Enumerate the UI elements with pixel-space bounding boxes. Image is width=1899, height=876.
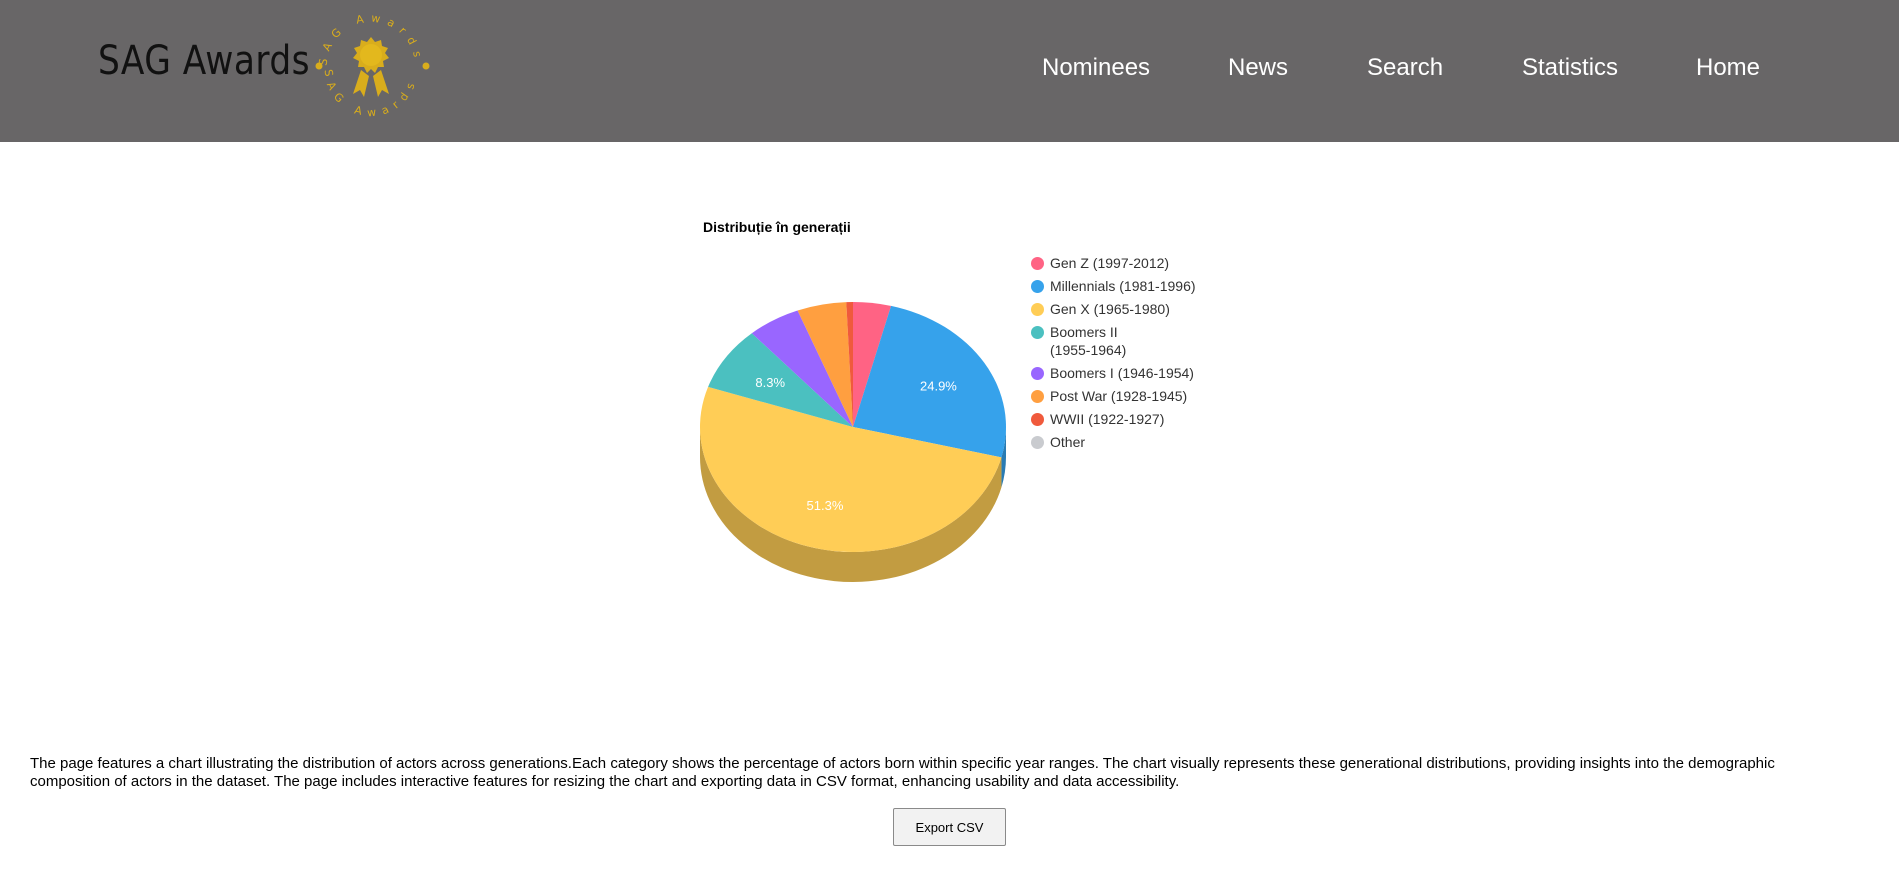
legend-swatch	[1031, 367, 1044, 380]
page-description: The page features a chart illustrating t…	[30, 755, 1775, 790]
logo-ring-text-bottom: SAG Awards	[321, 68, 412, 119]
legend-label: WWII (1922-1927)	[1050, 411, 1165, 427]
legend-swatch	[1031, 280, 1044, 293]
legend-swatch	[1031, 303, 1044, 316]
legend-label: Post War (1928-1945)	[1050, 388, 1188, 404]
legend-item-gen-z-1997-2012[interactable]: Gen Z (1997-2012)	[1031, 254, 1231, 272]
legend-label: Gen Z (1997-2012)	[1050, 255, 1170, 271]
data-label-millennials-1981-1996: 24.9%	[920, 378, 957, 393]
pie-chart[interactable]: 24.9% 51.3% 8.3%	[690, 210, 1030, 610]
legend-item-gen-x-1965-1980[interactable]: Gen X (1965-1980)	[1031, 300, 1231, 318]
legend-swatch	[1031, 413, 1044, 426]
legend-label: Boomers II	[1050, 324, 1118, 340]
chart-legend: Gen Z (1997-2012) Millennials (1981-1996)…	[1031, 254, 1231, 456]
legend-label: Other	[1050, 434, 1086, 450]
legend-item-millennials-1981-1996[interactable]: Millennials (1981-1996)	[1031, 277, 1231, 295]
legend-swatch	[1031, 436, 1044, 449]
data-label-boomers-ii-1955-1964: 8.3%	[755, 375, 785, 390]
legend-label: Boomers I (1946-1954)	[1050, 365, 1194, 381]
svg-text:SAG Awards: SAG Awards	[321, 68, 419, 119]
legend-item-boomers-i-1946-1954[interactable]: Boomers I (1946-1954)	[1031, 364, 1231, 382]
generation-chart[interactable]: Distribuție în generații 24.9% 51.3% 8.3% …	[690, 210, 1250, 610]
legend-label: Millennials (1981-1996)	[1050, 278, 1196, 294]
legend-item-post-war-1928-1945[interactable]: Post War (1928-1945)	[1031, 387, 1231, 405]
legend-label: (1955-1964)	[1050, 342, 1127, 358]
site-header: SAG Awards SAG Awards SAG Awards Nominee…	[0, 0, 1899, 142]
nav-home[interactable]: Home	[1696, 54, 1760, 82]
nav-nominees[interactable]: Nominees	[1042, 54, 1150, 82]
legend-item-boomers-ii-1955-1964[interactable]: Boomers II (1955-1964)	[1031, 323, 1231, 359]
brand-name[interactable]: SAG Awards	[98, 38, 310, 84]
nav-news[interactable]: News	[1228, 54, 1288, 82]
legend-label: Gen X (1965-1980)	[1050, 301, 1170, 317]
legend-item-other[interactable]: Other	[1031, 433, 1231, 451]
legend-swatch	[1031, 390, 1044, 403]
data-label-gen-x-1965-1980: 51.3%	[807, 498, 844, 513]
nav-statistics[interactable]: Statistics	[1522, 54, 1618, 82]
award-logo-icon[interactable]: SAG Awards SAG Awards	[309, 4, 433, 128]
legend-swatch	[1031, 326, 1044, 339]
export-csv-button[interactable]: Export CSV	[893, 808, 1006, 846]
nav-search[interactable]: Search	[1367, 54, 1443, 82]
legend-item-wwii-1922-1927[interactable]: WWII (1922-1927)	[1031, 410, 1231, 428]
legend-swatch	[1031, 257, 1044, 270]
